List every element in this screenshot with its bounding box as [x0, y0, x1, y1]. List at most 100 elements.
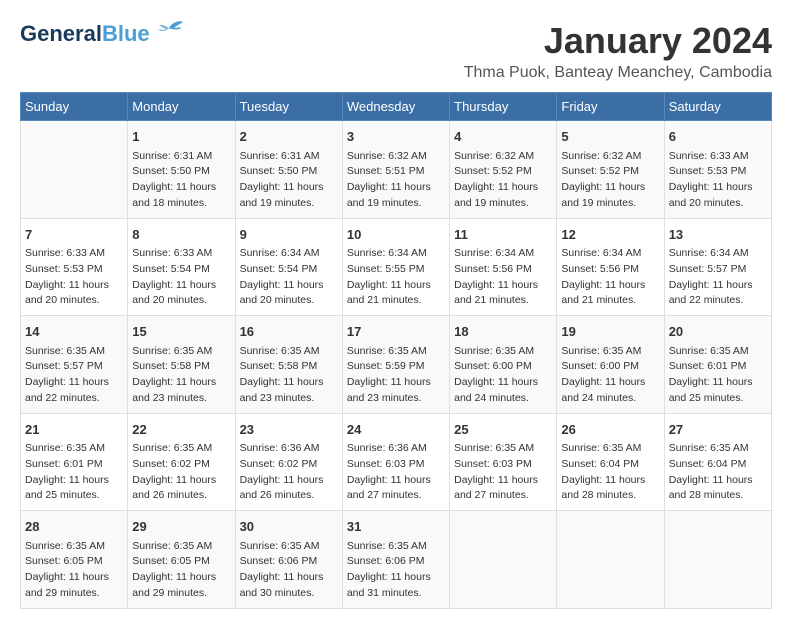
- day-info: Sunrise: 6:35 AMSunset: 6:03 PMDaylight:…: [454, 441, 552, 504]
- calendar-cell: 20Sunrise: 6:35 AMSunset: 6:01 PMDayligh…: [664, 316, 771, 414]
- day-info: Sunrise: 6:31 AMSunset: 5:50 PMDaylight:…: [240, 149, 338, 212]
- calendar-cell: [450, 511, 557, 609]
- day-number: 7: [25, 225, 123, 245]
- day-number: 18: [454, 322, 552, 342]
- calendar-week-row: 21Sunrise: 6:35 AMSunset: 6:01 PMDayligh…: [21, 413, 772, 511]
- calendar-cell: 11Sunrise: 6:34 AMSunset: 5:56 PMDayligh…: [450, 218, 557, 316]
- calendar-cell: 1Sunrise: 6:31 AMSunset: 5:50 PMDaylight…: [128, 121, 235, 219]
- calendar-cell: 7Sunrise: 6:33 AMSunset: 5:53 PMDaylight…: [21, 218, 128, 316]
- day-number: 13: [669, 225, 767, 245]
- header-sunday: Sunday: [21, 93, 128, 121]
- day-number: 4: [454, 127, 552, 147]
- day-number: 9: [240, 225, 338, 245]
- day-info: Sunrise: 6:35 AMSunset: 6:04 PMDaylight:…: [561, 441, 659, 504]
- day-number: 21: [25, 420, 123, 440]
- calendar-header-row: SundayMondayTuesdayWednesdayThursdayFrid…: [21, 93, 772, 121]
- day-number: 6: [669, 127, 767, 147]
- calendar-cell: 2Sunrise: 6:31 AMSunset: 5:50 PMDaylight…: [235, 121, 342, 219]
- calendar-week-row: 7Sunrise: 6:33 AMSunset: 5:53 PMDaylight…: [21, 218, 772, 316]
- logo-bird-icon: [154, 20, 184, 47]
- calendar-cell: 5Sunrise: 6:32 AMSunset: 5:52 PMDaylight…: [557, 121, 664, 219]
- calendar-cell: 19Sunrise: 6:35 AMSunset: 6:00 PMDayligh…: [557, 316, 664, 414]
- day-info: Sunrise: 6:33 AMSunset: 5:53 PMDaylight:…: [669, 149, 767, 212]
- calendar-cell: 8Sunrise: 6:33 AMSunset: 5:54 PMDaylight…: [128, 218, 235, 316]
- day-number: 20: [669, 322, 767, 342]
- day-info: Sunrise: 6:35 AMSunset: 6:04 PMDaylight:…: [669, 441, 767, 504]
- calendar-week-row: 28Sunrise: 6:35 AMSunset: 6:05 PMDayligh…: [21, 511, 772, 609]
- day-number: 16: [240, 322, 338, 342]
- calendar-cell: [557, 511, 664, 609]
- header-monday: Monday: [128, 93, 235, 121]
- day-info: Sunrise: 6:35 AMSunset: 6:02 PMDaylight:…: [132, 441, 230, 504]
- calendar-cell: 27Sunrise: 6:35 AMSunset: 6:04 PMDayligh…: [664, 413, 771, 511]
- day-info: Sunrise: 6:34 AMSunset: 5:56 PMDaylight:…: [561, 246, 659, 309]
- day-number: 26: [561, 420, 659, 440]
- day-info: Sunrise: 6:35 AMSunset: 6:06 PMDaylight:…: [347, 539, 445, 602]
- day-info: Sunrise: 6:34 AMSunset: 5:55 PMDaylight:…: [347, 246, 445, 309]
- day-info: Sunrise: 6:32 AMSunset: 5:52 PMDaylight:…: [454, 149, 552, 212]
- day-number: 15: [132, 322, 230, 342]
- location-subtitle: Thma Puok, Banteay Meanchey, Cambodia: [464, 64, 772, 82]
- calendar-cell: 22Sunrise: 6:35 AMSunset: 6:02 PMDayligh…: [128, 413, 235, 511]
- calendar-cell: 18Sunrise: 6:35 AMSunset: 6:00 PMDayligh…: [450, 316, 557, 414]
- calendar-cell: 17Sunrise: 6:35 AMSunset: 5:59 PMDayligh…: [342, 316, 449, 414]
- calendar-cell: 31Sunrise: 6:35 AMSunset: 6:06 PMDayligh…: [342, 511, 449, 609]
- day-number: 28: [25, 517, 123, 537]
- page-header: GeneralBlue January 2024 Thma Puok, Bant…: [20, 20, 772, 82]
- day-number: 31: [347, 517, 445, 537]
- header-saturday: Saturday: [664, 93, 771, 121]
- day-info: Sunrise: 6:35 AMSunset: 5:58 PMDaylight:…: [132, 344, 230, 407]
- day-info: Sunrise: 6:35 AMSunset: 6:00 PMDaylight:…: [454, 344, 552, 407]
- day-number: 11: [454, 225, 552, 245]
- day-number: 30: [240, 517, 338, 537]
- calendar-cell: 21Sunrise: 6:35 AMSunset: 6:01 PMDayligh…: [21, 413, 128, 511]
- logo: GeneralBlue: [20, 20, 184, 47]
- calendar-cell: 6Sunrise: 6:33 AMSunset: 5:53 PMDaylight…: [664, 121, 771, 219]
- calendar-cell: 12Sunrise: 6:34 AMSunset: 5:56 PMDayligh…: [557, 218, 664, 316]
- day-number: 1: [132, 127, 230, 147]
- day-number: 5: [561, 127, 659, 147]
- logo-text: GeneralBlue: [20, 21, 150, 47]
- calendar-cell: [21, 121, 128, 219]
- day-number: 27: [669, 420, 767, 440]
- day-info: Sunrise: 6:34 AMSunset: 5:54 PMDaylight:…: [240, 246, 338, 309]
- day-info: Sunrise: 6:35 AMSunset: 6:05 PMDaylight:…: [25, 539, 123, 602]
- title-section: January 2024 Thma Puok, Banteay Meanchey…: [464, 20, 772, 82]
- calendar-cell: 13Sunrise: 6:34 AMSunset: 5:57 PMDayligh…: [664, 218, 771, 316]
- day-number: 10: [347, 225, 445, 245]
- day-info: Sunrise: 6:32 AMSunset: 5:52 PMDaylight:…: [561, 149, 659, 212]
- calendar-cell: 30Sunrise: 6:35 AMSunset: 6:06 PMDayligh…: [235, 511, 342, 609]
- day-info: Sunrise: 6:35 AMSunset: 6:00 PMDaylight:…: [561, 344, 659, 407]
- day-info: Sunrise: 6:33 AMSunset: 5:54 PMDaylight:…: [132, 246, 230, 309]
- day-number: 12: [561, 225, 659, 245]
- day-info: Sunrise: 6:35 AMSunset: 6:06 PMDaylight:…: [240, 539, 338, 602]
- calendar-week-row: 1 Sunrise: 6:31 AMSunset: 5:50 PMDaylight…: [21, 121, 772, 219]
- header-friday: Friday: [557, 93, 664, 121]
- day-number: 19: [561, 322, 659, 342]
- month-year-title: January 2024: [464, 20, 772, 62]
- calendar-cell: 26Sunrise: 6:35 AMSunset: 6:04 PMDayligh…: [557, 413, 664, 511]
- day-info: Sunrise: 6:34 AMSunset: 5:57 PMDaylight:…: [669, 246, 767, 309]
- header-wednesday: Wednesday: [342, 93, 449, 121]
- calendar-cell: 9Sunrise: 6:34 AMSunset: 5:54 PMDaylight…: [235, 218, 342, 316]
- day-number: 29: [132, 517, 230, 537]
- calendar-cell: 25Sunrise: 6:35 AMSunset: 6:03 PMDayligh…: [450, 413, 557, 511]
- calendar-cell: 10Sunrise: 6:34 AMSunset: 5:55 PMDayligh…: [342, 218, 449, 316]
- day-info: Sunrise: 6:35 AMSunset: 6:01 PMDaylight:…: [25, 441, 123, 504]
- day-info: Sunrise: 6:33 AMSunset: 5:53 PMDaylight:…: [25, 246, 123, 309]
- day-info: Sunrise: 6:35 AMSunset: 6:05 PMDaylight:…: [132, 539, 230, 602]
- day-info: Sunrise: 6:36 AMSunset: 6:03 PMDaylight:…: [347, 441, 445, 504]
- calendar-cell: 23Sunrise: 6:36 AMSunset: 6:02 PMDayligh…: [235, 413, 342, 511]
- day-number: 3: [347, 127, 445, 147]
- calendar-cell: 15Sunrise: 6:35 AMSunset: 5:58 PMDayligh…: [128, 316, 235, 414]
- day-info: Sunrise: 6:35 AMSunset: 5:58 PMDaylight:…: [240, 344, 338, 407]
- calendar-cell: 4Sunrise: 6:32 AMSunset: 5:52 PMDaylight…: [450, 121, 557, 219]
- day-number: 22: [132, 420, 230, 440]
- day-info: Sunrise: 6:35 AMSunset: 5:59 PMDaylight:…: [347, 344, 445, 407]
- calendar-cell: 14Sunrise: 6:35 AMSunset: 5:57 PMDayligh…: [21, 316, 128, 414]
- calendar-week-row: 14Sunrise: 6:35 AMSunset: 5:57 PMDayligh…: [21, 316, 772, 414]
- day-info: Sunrise: 6:35 AMSunset: 5:57 PMDaylight:…: [25, 344, 123, 407]
- day-info: Sunrise: 6:34 AMSunset: 5:56 PMDaylight:…: [454, 246, 552, 309]
- calendar-table: SundayMondayTuesdayWednesdayThursdayFrid…: [20, 92, 772, 609]
- day-info: Sunrise: 6:35 AMSunset: 6:01 PMDaylight:…: [669, 344, 767, 407]
